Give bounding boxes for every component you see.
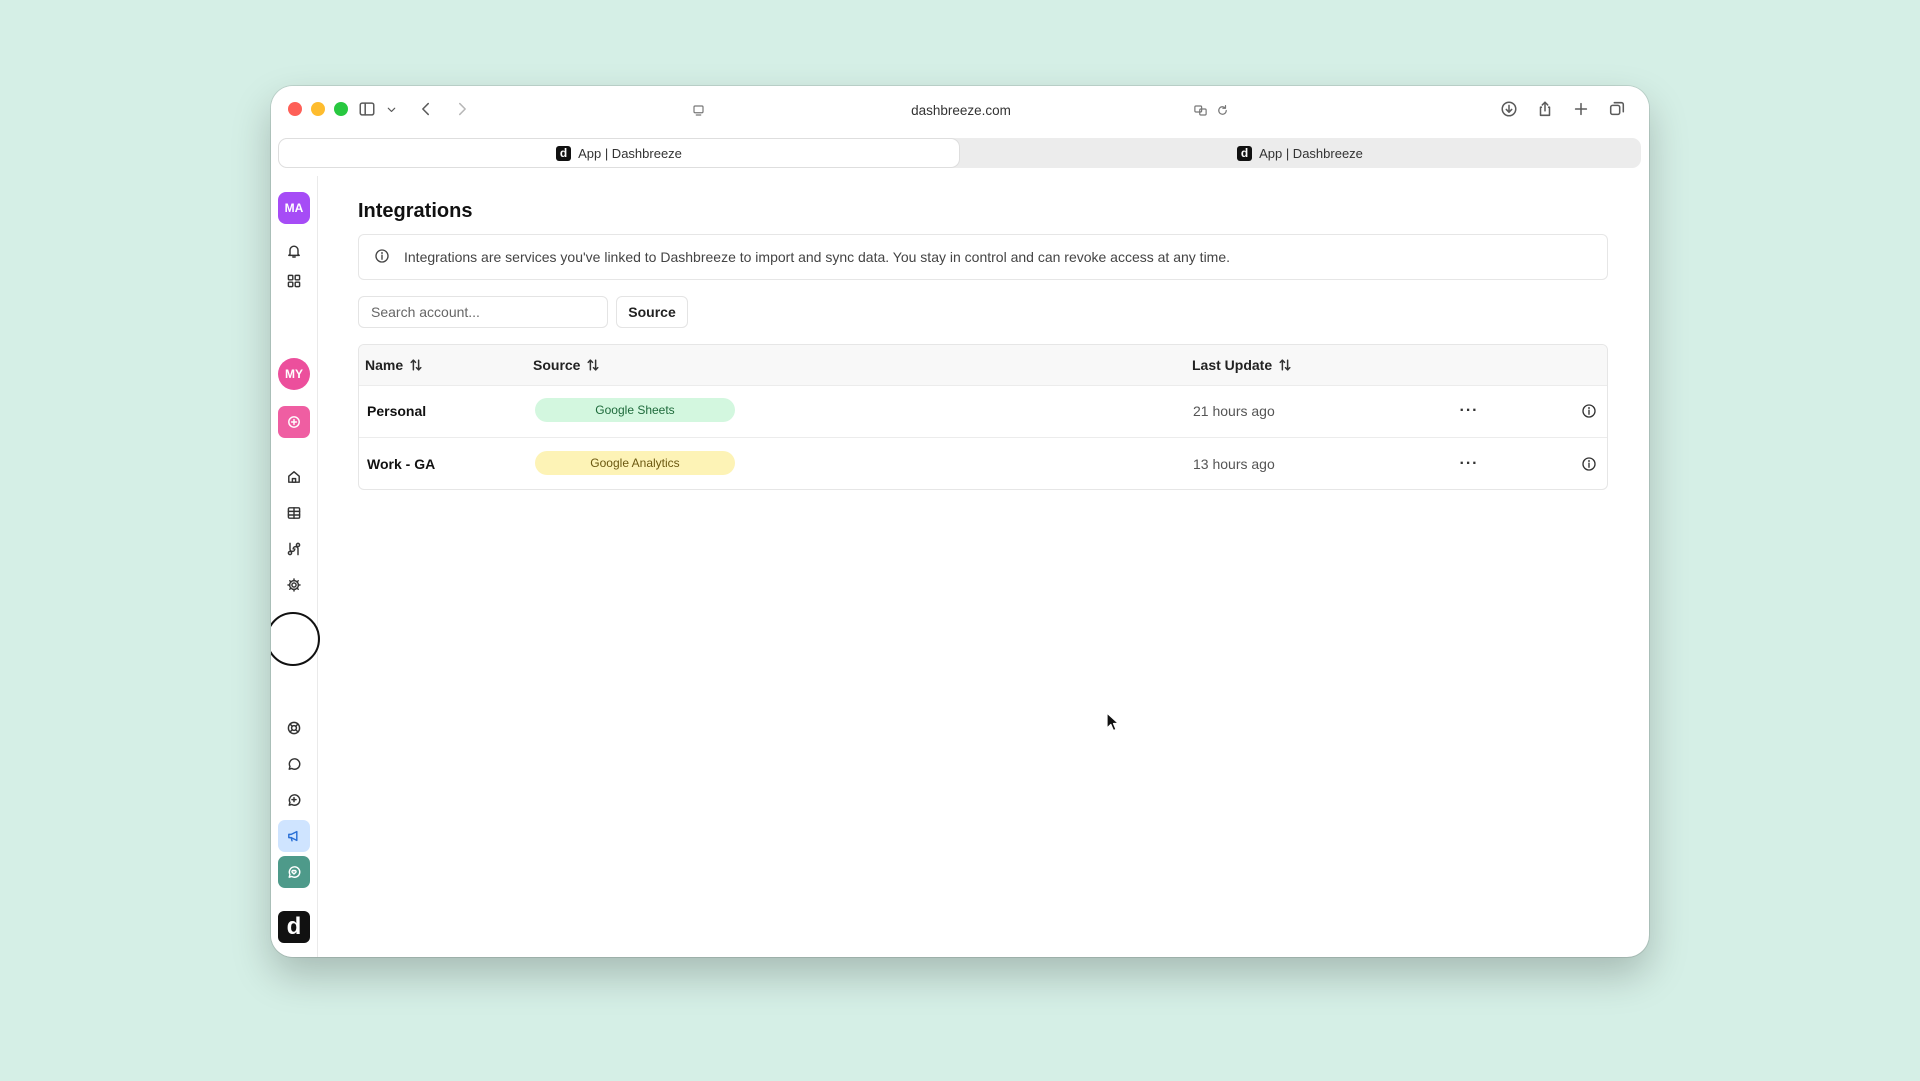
zoom-window-button[interactable]	[334, 102, 348, 116]
user-avatar[interactable]: MY	[278, 358, 310, 390]
column-header-name[interactable]: Name	[365, 345, 423, 385]
forward-icon[interactable]	[450, 97, 474, 121]
tab-app-dashbreeze-1[interactable]: d App | Dashbreeze	[279, 139, 959, 167]
source-badge: Google Analytics	[535, 451, 735, 475]
sidebar-toggle-icon[interactable]	[355, 97, 379, 121]
dashbreeze-favicon-icon: d	[1237, 145, 1253, 161]
sort-icon	[587, 359, 600, 371]
page-menu-icon[interactable]	[689, 101, 707, 119]
dashbreeze-logo[interactable]: d	[278, 911, 310, 943]
home-icon[interactable]	[278, 461, 310, 493]
heart-chat-icon[interactable]	[278, 856, 310, 888]
address-bar[interactable]: dashbreeze.com	[685, 94, 1237, 126]
table-row[interactable]: Personal Google Sheets 21 hours ago ···	[359, 385, 1607, 437]
close-window-button[interactable]	[288, 102, 302, 116]
column-label: Last Update	[1192, 357, 1273, 373]
integrations-table: Name Source Last Update Personal Google …	[358, 344, 1608, 490]
share-icon[interactable]	[1533, 97, 1557, 121]
app-sidebar: MA MY d	[271, 176, 320, 957]
column-label: Name	[365, 357, 404, 373]
bell-icon[interactable]	[278, 235, 310, 267]
sort-icon	[1279, 359, 1291, 371]
url-text: dashbreeze.com	[911, 102, 1011, 118]
row-last-update: 13 hours ago	[1193, 456, 1275, 472]
dashbreeze-favicon-icon: d	[556, 145, 572, 161]
row-name: Personal	[367, 403, 427, 419]
chevron-down-icon[interactable]	[379, 97, 403, 121]
highlight-circle	[271, 612, 320, 666]
add-circle-icon[interactable]	[278, 406, 310, 438]
browser-window: dashbreeze.com d App | Dashbreeze d App …	[271, 86, 1649, 957]
info-icon[interactable]	[1577, 385, 1601, 437]
tab-title: App | Dashbreeze	[1259, 145, 1363, 161]
tab-overview-icon[interactable]	[1605, 97, 1629, 121]
info-icon	[374, 248, 392, 266]
source-filter-button[interactable]: Source	[616, 296, 688, 328]
integrations-icon[interactable]	[278, 533, 310, 565]
more-options-icon[interactable]: ···	[1457, 438, 1481, 489]
minimize-window-button[interactable]	[311, 102, 325, 116]
tab-app-dashbreeze-2[interactable]: d App | Dashbreeze	[960, 139, 1640, 167]
workspace-avatar[interactable]: MA	[278, 192, 310, 224]
more-options-icon[interactable]: ···	[1457, 385, 1481, 437]
reload-icon[interactable]	[1213, 101, 1231, 119]
tab-bar: d App | Dashbreeze d App | Dashbreeze	[279, 138, 1641, 168]
help-lifebuoy-icon[interactable]	[278, 712, 310, 744]
source-badge: Google Sheets	[535, 398, 735, 422]
back-icon[interactable]	[414, 97, 438, 121]
megaphone-icon[interactable]	[278, 820, 310, 852]
info-banner: Integrations are services you've linked …	[358, 234, 1608, 280]
info-icon[interactable]	[1577, 438, 1601, 489]
translate-icon[interactable]	[1191, 101, 1209, 119]
search-account-input[interactable]	[358, 296, 608, 328]
row-name: Work - GA	[367, 456, 436, 472]
column-label: Source	[533, 357, 581, 373]
mouse-cursor-icon	[1106, 712, 1120, 732]
chat-icon[interactable]	[278, 748, 310, 780]
new-tab-icon[interactable]	[1569, 97, 1593, 121]
sort-icon	[410, 359, 422, 371]
table-header: Name Source Last Update	[359, 345, 1607, 386]
table-icon[interactable]	[278, 497, 310, 529]
table-row[interactable]: Work - GA Google Analytics 13 hours ago …	[359, 437, 1607, 489]
settings-gear-icon[interactable]	[278, 569, 310, 601]
dashboard-grid-icon[interactable]	[278, 265, 310, 297]
feedback-plus-icon[interactable]	[278, 784, 310, 816]
browser-toolbar: dashbreeze.com	[271, 86, 1649, 136]
row-last-update: 21 hours ago	[1193, 403, 1275, 419]
column-header-last-update[interactable]: Last Update	[1192, 345, 1292, 385]
page-title: Integrations	[358, 200, 473, 222]
tab-title: App | Dashbreeze	[578, 145, 682, 161]
downloads-icon[interactable]	[1497, 97, 1521, 121]
info-text: Integrations are services you've linked …	[404, 249, 1231, 265]
column-header-source[interactable]: Source	[533, 345, 600, 385]
